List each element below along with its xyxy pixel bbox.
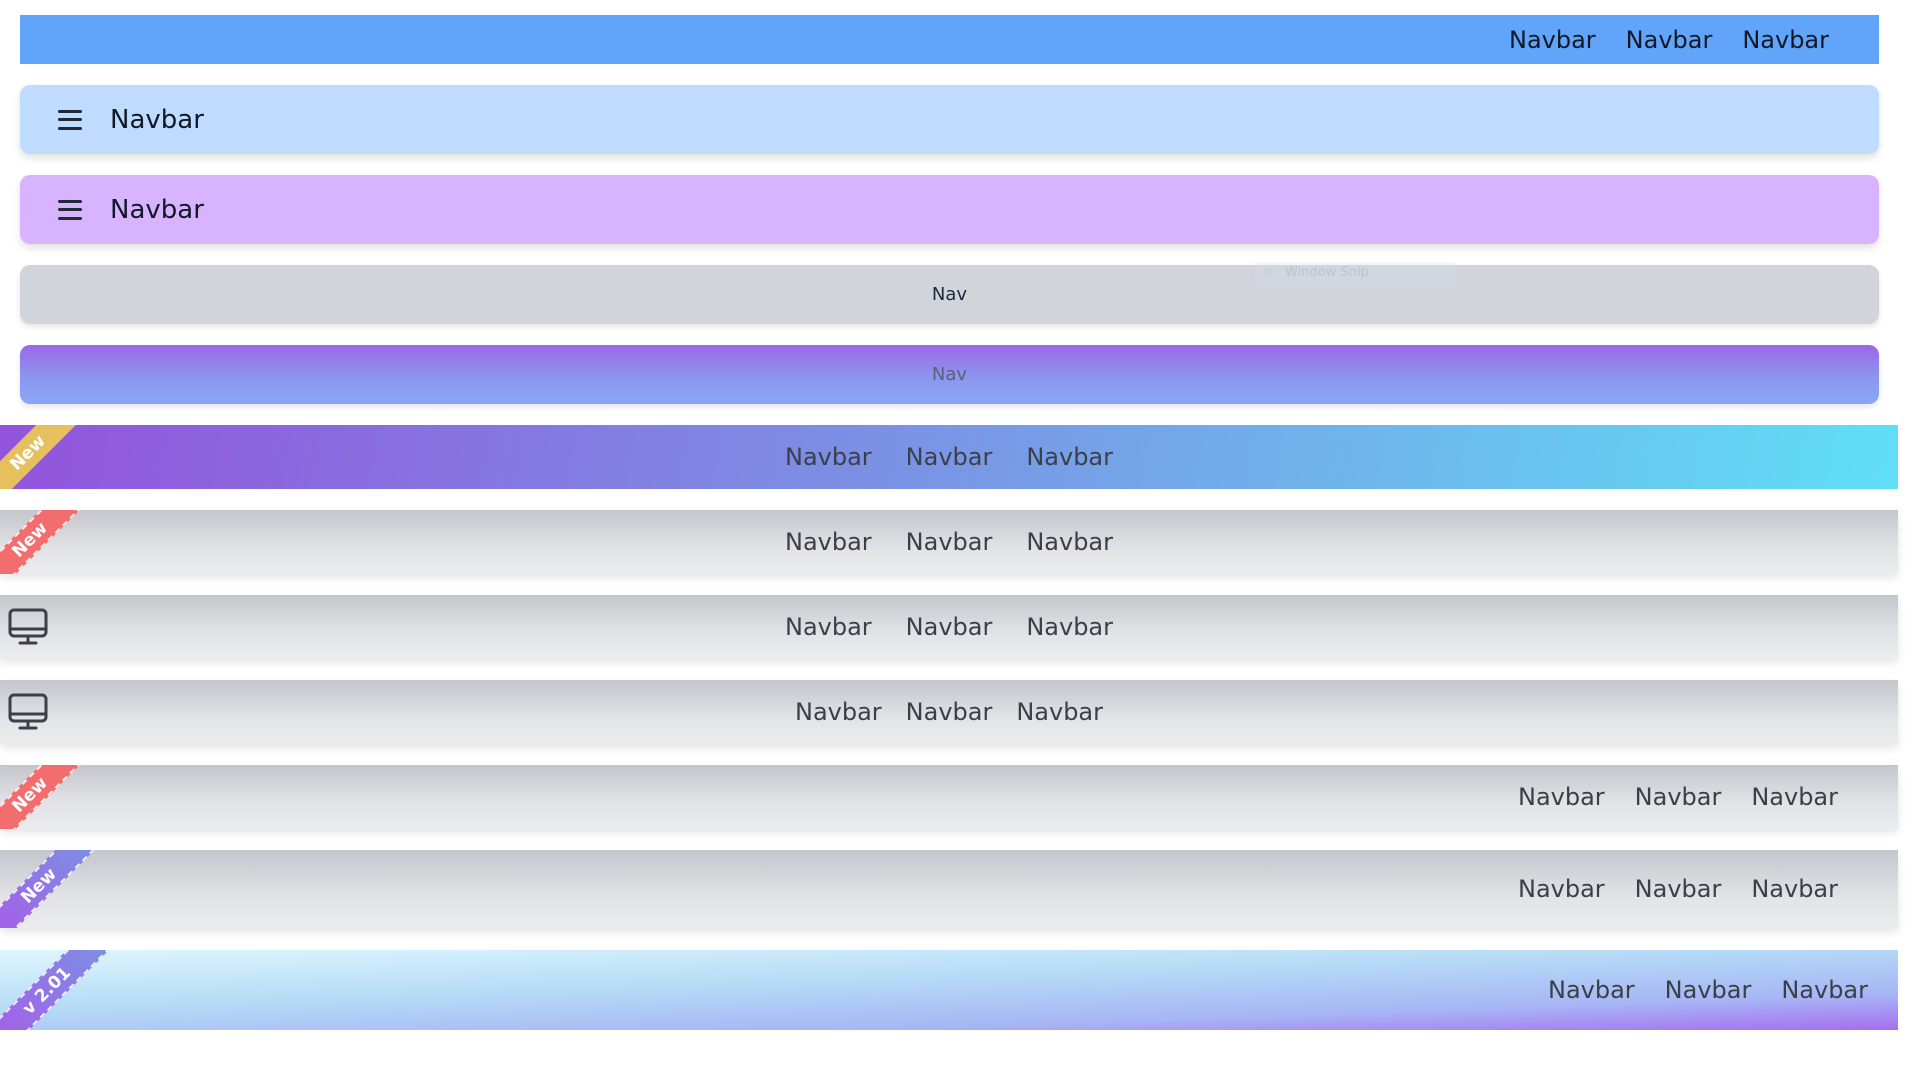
new-ribbon-badge: New (0, 765, 83, 829)
navbar-gradient-cyan: New Navbar Navbar Navbar (0, 425, 1898, 489)
navbar-light-blue: Navbar (20, 85, 1879, 154)
nav-links: Navbar Navbar Navbar (0, 680, 1898, 744)
new-ribbon-badge: New (0, 850, 95, 928)
nav-link[interactable]: Navbar (1026, 528, 1113, 556)
navbar-gradient-violet: Nav (20, 345, 1879, 404)
nav-links: Navbar Navbar Navbar (0, 425, 1898, 489)
navbar-showcase-page: Navbar Navbar Navbar Navbar Navbar Nav W… (0, 0, 1898, 1079)
navbar-gray-ribbon: New Navbar Navbar Navbar (0, 510, 1898, 574)
nav-link[interactable]: Navbar (1016, 698, 1103, 726)
navbar-brand[interactable]: Navbar (110, 105, 204, 135)
navbar-gray-monitor-2: Navbar Navbar Navbar (0, 680, 1898, 744)
nav-link[interactable]: Navbar (1518, 783, 1605, 811)
navbar-gray-monitor: Navbar Navbar Navbar (0, 595, 1898, 659)
hamburger-menu-icon[interactable] (58, 199, 82, 220)
nav-links: Navbar Navbar Navbar (1479, 15, 1829, 64)
nav-link[interactable]: Navbar (795, 698, 882, 726)
nav-links: Navbar Navbar Navbar (1488, 850, 1838, 928)
navbar-brand[interactable]: Navbar (110, 195, 204, 225)
window-snip-overlay: Window Snip (1255, 262, 1455, 282)
navbar-light-purple: Navbar (20, 175, 1879, 244)
nav-link[interactable]: Navbar (1751, 783, 1838, 811)
nav-link[interactable]: Navbar (785, 528, 872, 556)
nav-link[interactable]: Navbar (906, 698, 993, 726)
nav-text[interactable]: Nav (932, 364, 967, 385)
nav-link[interactable]: Navbar (906, 528, 993, 556)
nav-link[interactable]: Navbar (785, 443, 872, 471)
nav-link[interactable]: Navbar (1781, 976, 1868, 1004)
nav-link[interactable]: Navbar (906, 613, 993, 641)
nav-link[interactable]: Navbar (1665, 976, 1752, 1004)
navbar-gray-ribbon-right: New Navbar Navbar Navbar (0, 765, 1898, 829)
nav-links: Navbar Navbar Navbar (1518, 950, 1868, 1030)
nav-link[interactable]: Navbar (1635, 875, 1722, 903)
nav-link[interactable]: Navbar (1509, 26, 1596, 54)
nav-link[interactable]: Navbar (1548, 976, 1635, 1004)
navbar-blue-top: Navbar Navbar Navbar (20, 15, 1879, 64)
nav-link[interactable]: Navbar (1026, 613, 1113, 641)
nav-link[interactable]: Navbar (1626, 26, 1713, 54)
nav-link[interactable]: Navbar (1751, 875, 1838, 903)
nav-links: Navbar Navbar Navbar (1488, 765, 1838, 829)
nav-link[interactable]: Navbar (1518, 875, 1605, 903)
nav-link[interactable]: Navbar (1635, 783, 1722, 811)
navbar-gray-violet-ribbon: New Navbar Navbar Navbar (0, 850, 1898, 928)
version-ribbon-badge: v 2.01 (0, 950, 111, 1030)
navbar-gray-simple: Nav (20, 265, 1879, 324)
nav-text[interactable]: Nav (932, 284, 967, 305)
snip-icon (1265, 268, 1273, 276)
hamburger-menu-icon[interactable] (58, 109, 82, 130)
nav-links: Navbar Navbar Navbar (0, 510, 1898, 574)
nav-link[interactable]: Navbar (1742, 26, 1829, 54)
nav-link[interactable]: Navbar (1026, 443, 1113, 471)
navbar-gradient-version: v 2.01 Navbar Navbar Navbar (0, 950, 1898, 1030)
nav-links: Navbar Navbar Navbar (0, 595, 1898, 659)
nav-link[interactable]: Navbar (906, 443, 993, 471)
nav-link[interactable]: Navbar (785, 613, 872, 641)
window-snip-label: Window Snip (1285, 264, 1369, 280)
